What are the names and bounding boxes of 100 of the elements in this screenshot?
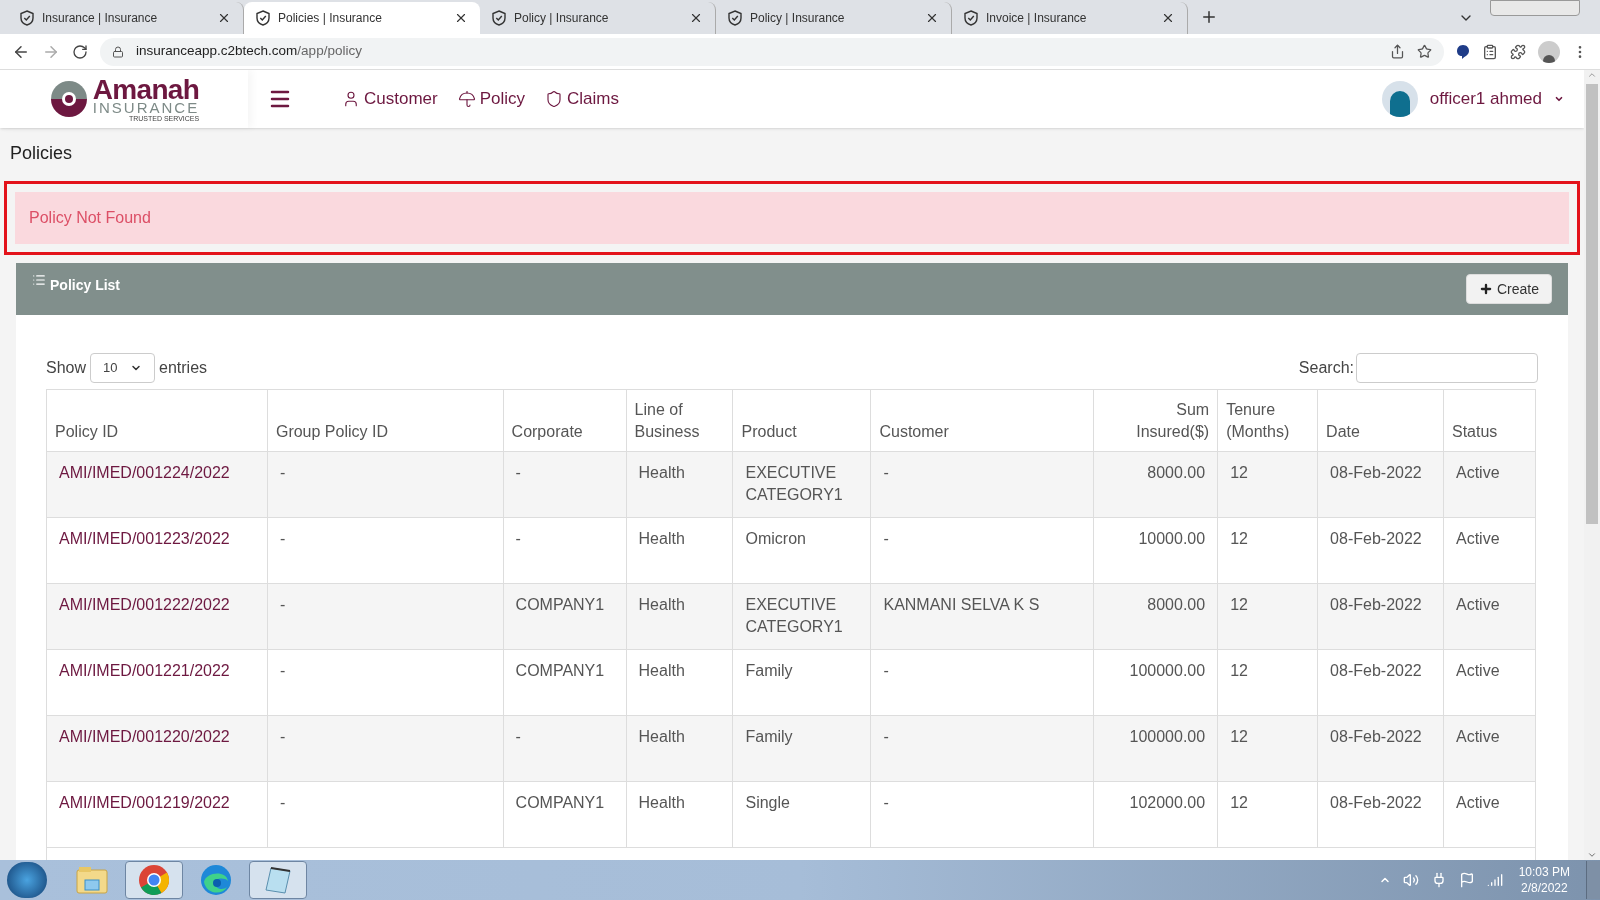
table-cell: 100000.00	[1093, 649, 1218, 716]
table-cell: EXECUTIVE CATEGORY1	[733, 583, 871, 650]
shield-check-icon	[728, 10, 742, 26]
chrome-icon	[138, 864, 170, 896]
table-cell: Omicron	[733, 517, 871, 584]
nav-link[interactable]: Customer	[342, 86, 438, 112]
signal-icon[interactable]	[1486, 872, 1503, 888]
plus-icon	[1478, 282, 1493, 296]
table-cell: Health	[626, 451, 733, 518]
close-icon[interactable]	[454, 11, 468, 25]
extension-icon[interactable]	[1456, 43, 1470, 60]
column-header[interactable]: Policy ID	[46, 389, 268, 452]
column-header[interactable]: Customer	[870, 389, 1094, 452]
logo-emblem-icon	[48, 79, 89, 119]
caret-icon	[1554, 94, 1564, 104]
shield-check-icon	[256, 10, 270, 26]
table-cell: COMPANY1	[503, 781, 627, 848]
address-field[interactable]: insuranceapp.c2btech.com/app/policy	[100, 37, 1444, 66]
tab-title: Invoice | Insurance	[986, 10, 1088, 27]
profile-icon[interactable]	[1538, 40, 1560, 63]
lock-icon	[112, 45, 124, 58]
table-cell: 102000.00	[1093, 781, 1218, 848]
table-cell: -	[267, 715, 504, 782]
table-cell: Family	[733, 715, 871, 782]
column-header[interactable]: Tenure (Months)	[1217, 389, 1318, 452]
avatar-icon	[1381, 81, 1418, 117]
nav-link[interactable]: Claims	[545, 86, 619, 112]
table-cell: -	[267, 517, 504, 584]
table-cell: Active	[1443, 715, 1536, 782]
column-header[interactable]: Line of Business	[626, 389, 733, 452]
table-cell: 12	[1217, 517, 1318, 584]
policy-id-cell[interactable]: AMI/IMED/001219/2022	[46, 781, 268, 848]
start-button[interactable]	[7, 862, 47, 898]
policy-id-cell[interactable]: AMI/IMED/001220/2022	[46, 715, 268, 782]
close-icon[interactable]	[1161, 11, 1175, 25]
taskbar-button[interactable]	[125, 861, 183, 899]
table-cell: -	[267, 451, 504, 518]
page-title: Policies	[9, 142, 74, 165]
table-cell: Active	[1443, 517, 1536, 584]
flag-icon[interactable]	[1458, 872, 1475, 888]
browser-tab[interactable]: Policies | Insurance	[244, 2, 480, 34]
create-button[interactable]: Create	[1465, 274, 1552, 304]
policy-id-cell[interactable]: AMI/IMED/001224/2022	[46, 451, 268, 518]
new-tab-icon[interactable]	[1200, 8, 1218, 26]
volume-icon[interactable]	[1402, 872, 1419, 888]
scroll-down-icon[interactable]	[1587, 850, 1597, 860]
show-label: Show	[46, 358, 87, 378]
close-icon[interactable]	[925, 11, 939, 25]
column-header[interactable]: Corporate	[503, 389, 627, 452]
table-cell: 08-Feb-2022	[1317, 517, 1444, 584]
page-size-select[interactable]: 10	[90, 353, 156, 383]
table-cell: 12	[1217, 583, 1318, 650]
column-header[interactable]: Product	[733, 389, 871, 452]
umbrella-icon	[457, 90, 476, 108]
table-cell: Health	[626, 649, 733, 716]
table-cell: 08-Feb-2022	[1317, 715, 1444, 782]
table-cell: 08-Feb-2022	[1317, 451, 1444, 518]
table-cell: Active	[1443, 781, 1536, 848]
share-icon[interactable]	[1390, 44, 1405, 59]
star-icon[interactable]	[1417, 44, 1432, 59]
table-cell: 12	[1217, 781, 1318, 848]
table-cell: -	[870, 715, 1094, 782]
table-cell: 10000.00	[1093, 517, 1218, 584]
clipboard-icon[interactable]	[1482, 43, 1498, 60]
close-icon[interactable]	[217, 11, 231, 25]
table-cell: 8000.00	[1093, 451, 1218, 518]
table-cell: -	[267, 781, 504, 848]
extensions-icon[interactable]	[1510, 43, 1526, 60]
taskbar-button[interactable]	[249, 861, 307, 899]
policy-id-cell[interactable]: AMI/IMED/001222/2022	[46, 583, 268, 650]
table-cell: Health	[626, 583, 733, 650]
reload-icon[interactable]	[72, 43, 88, 60]
column-header[interactable]: Date	[1317, 389, 1444, 452]
user-menu[interactable]: officer1 ahmed	[1381, 81, 1564, 117]
column-header[interactable]: Status	[1443, 389, 1536, 452]
column-header[interactable]: Group Policy ID	[267, 389, 504, 452]
panel-title: Policy List	[50, 276, 121, 295]
table-cell: -	[870, 517, 1094, 584]
folder-icon	[76, 866, 108, 894]
policy-id-cell[interactable]: AMI/IMED/001221/2022	[46, 649, 268, 716]
scrollbar[interactable]	[1584, 70, 1600, 860]
search-field[interactable]	[1356, 353, 1538, 383]
shield-icon	[545, 90, 564, 108]
table-cell: -	[503, 451, 627, 518]
close-icon[interactable]	[689, 11, 703, 25]
table-cell: Single	[733, 781, 871, 848]
tab-title: Policies | Insurance	[278, 10, 383, 27]
table-cell: 8000.00	[1093, 583, 1218, 650]
table-cell: 08-Feb-2022	[1317, 583, 1444, 650]
tab-title: Policy | Insurance	[514, 10, 610, 27]
table-cell: -	[870, 649, 1094, 716]
notepad-icon	[263, 865, 293, 895]
table-cell: -	[267, 649, 504, 716]
tab-title: Insurance | Insurance	[42, 10, 159, 27]
table-cell: -	[503, 517, 627, 584]
table-cell: Active	[1443, 649, 1536, 716]
clock-time: 10:03 PM	[1518, 864, 1570, 880]
policy-id-cell[interactable]: AMI/IMED/001223/2022	[46, 517, 268, 584]
nav-link[interactable]: Policy	[457, 86, 526, 112]
column-header[interactable]: Sum Insured($)	[1093, 389, 1218, 452]
